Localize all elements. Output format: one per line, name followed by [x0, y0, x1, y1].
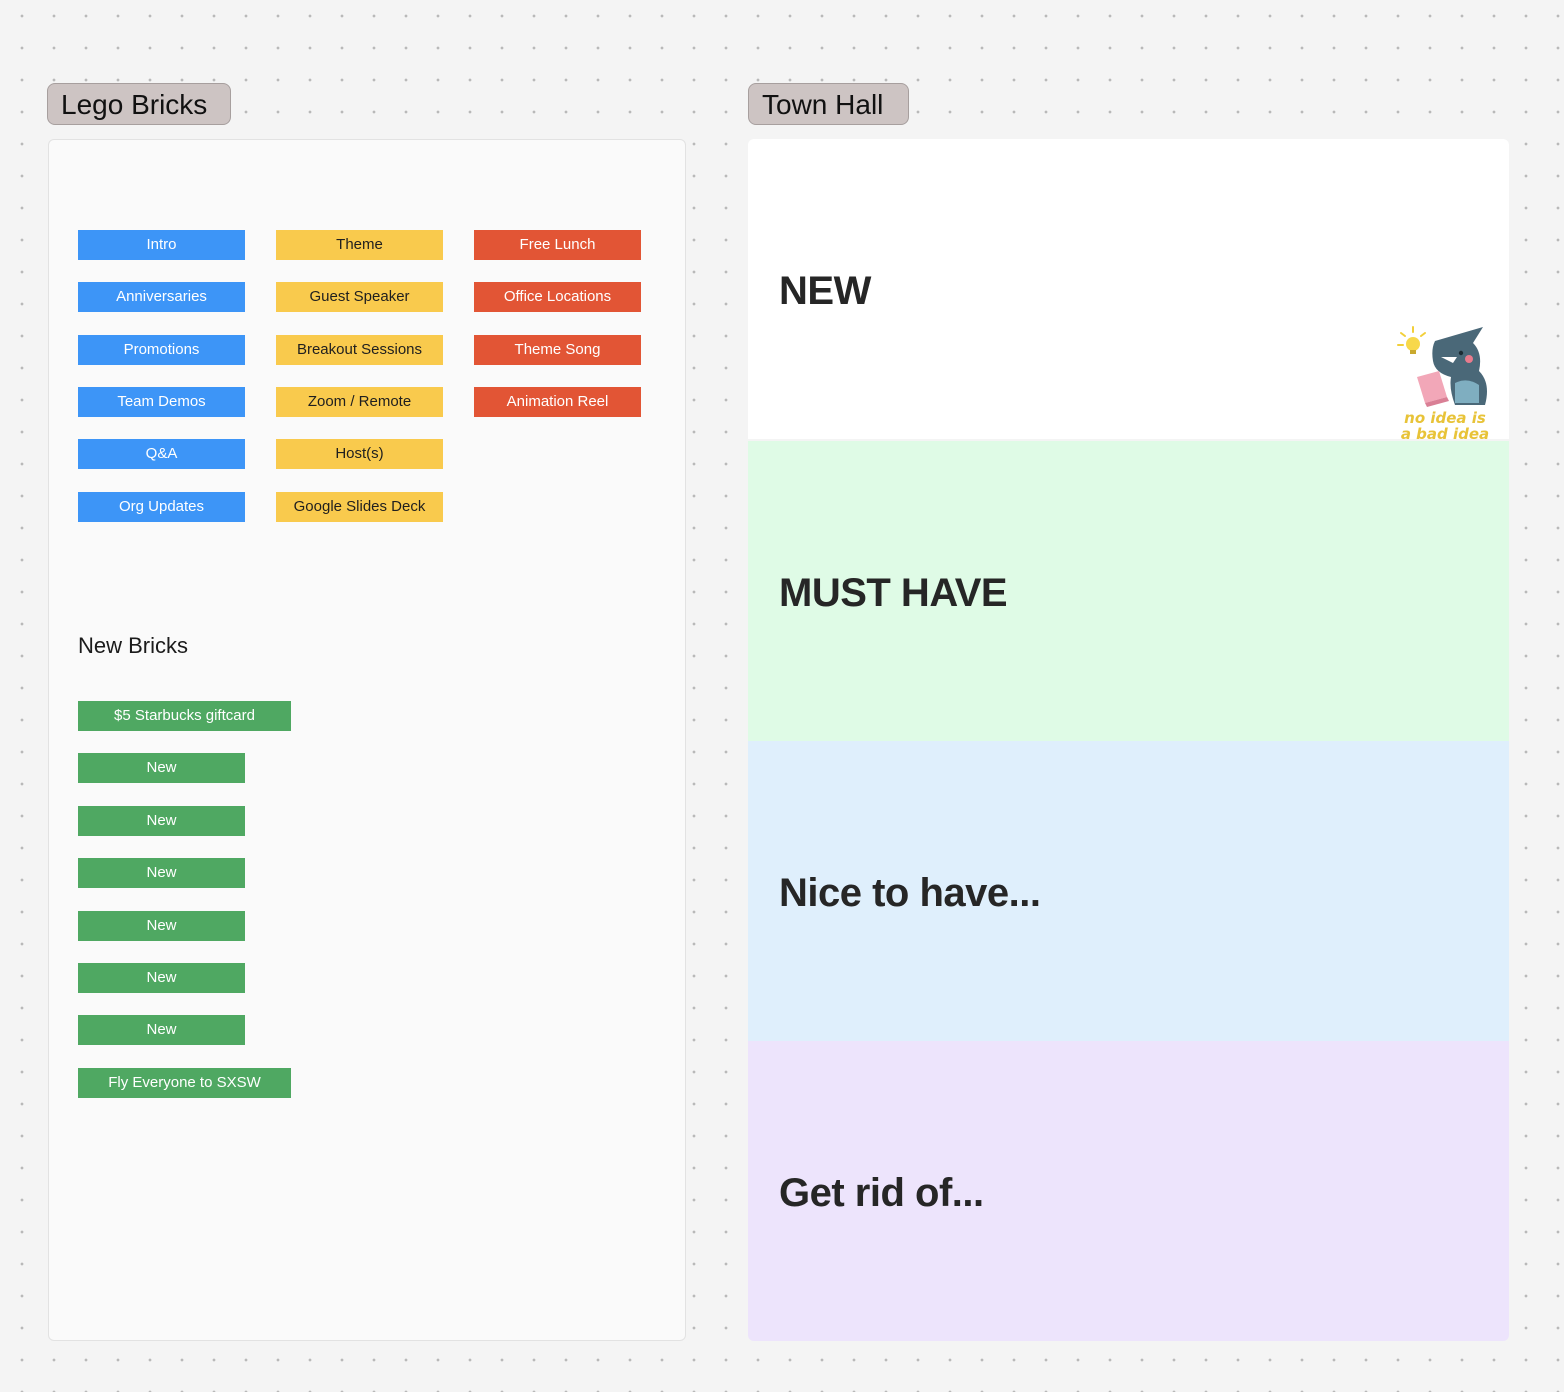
brick-fly-everyone-sxsw[interactable]: Fly Everyone to SXSW	[78, 1068, 291, 1098]
zone-get-rid-of-title: Get rid of...	[779, 1171, 984, 1215]
brick-office-locations[interactable]: Office Locations	[474, 282, 641, 312]
zone-nice-to-have[interactable]: Nice to have...	[748, 741, 1509, 1041]
zone-must-have-title: MUST HAVE	[779, 571, 1008, 615]
zone-nice-to-have-title: Nice to have...	[779, 871, 1041, 915]
brick-new[interactable]: New	[78, 806, 245, 836]
brick-new[interactable]: New	[78, 753, 245, 783]
zone-must-have[interactable]: MUST HAVE	[748, 441, 1509, 741]
brick-new[interactable]: New	[78, 858, 245, 888]
brick-google-slides-deck[interactable]: Google Slides Deck	[276, 492, 443, 522]
sticker-text-line-2: a bad idea	[1401, 425, 1489, 441]
brick-guest-speaker[interactable]: Guest Speaker	[276, 282, 443, 312]
brick-new[interactable]: New	[78, 963, 245, 993]
zone-new[interactable]: NEW no idea is a bad idea	[748, 139, 1509, 441]
brick-free-lunch[interactable]: Free Lunch	[474, 230, 641, 260]
zone-get-rid-of[interactable]: Get rid of...	[748, 1041, 1509, 1341]
brick-org-updates[interactable]: Org Updates	[78, 492, 245, 522]
brick-theme-song[interactable]: Theme Song	[474, 335, 641, 365]
brick-anniversaries[interactable]: Anniversaries	[78, 282, 245, 312]
new-bricks-heading: New Bricks	[78, 633, 189, 658]
brick-zoom-remote[interactable]: Zoom / Remote	[276, 387, 443, 417]
brick-animation-reel[interactable]: Animation Reel	[474, 387, 641, 417]
town-hall-panel: NEW no idea is a bad idea MUST HAVE Nice…	[748, 139, 1509, 1341]
lego-bricks-label[interactable]: Lego Bricks	[47, 83, 231, 125]
town-hall-label[interactable]: Town Hall	[748, 83, 909, 125]
brick-team-demos[interactable]: Team Demos	[78, 387, 245, 417]
brick-breakout-sessions[interactable]: Breakout Sessions	[276, 335, 443, 365]
brick-qa[interactable]: Q&A	[78, 439, 245, 469]
brick-hosts[interactable]: Host(s)	[276, 439, 443, 469]
shark-lightbulb-sticker-icon[interactable]: no idea is a bad idea	[1395, 323, 1495, 441]
brick-new[interactable]: New	[78, 1015, 245, 1045]
brick-intro[interactable]: Intro	[78, 230, 245, 260]
brick-new[interactable]: New	[78, 911, 245, 941]
lego-bricks-panel	[48, 139, 686, 1341]
brick-theme[interactable]: Theme	[276, 230, 443, 260]
brick-starbucks-giftcard[interactable]: $5 Starbucks giftcard	[78, 701, 291, 731]
zone-new-title: NEW	[779, 269, 871, 313]
brick-promotions[interactable]: Promotions	[78, 335, 245, 365]
